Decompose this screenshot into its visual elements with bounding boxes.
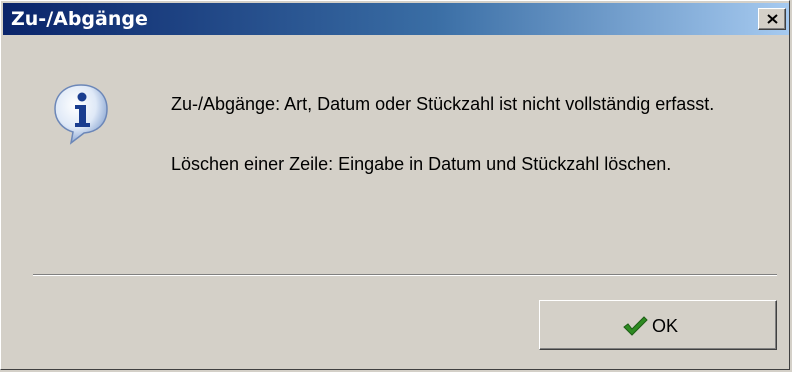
title-bar[interactable]: Zu-/Abgänge [3, 3, 789, 35]
close-button[interactable] [758, 8, 786, 30]
ok-button-label: OK [652, 316, 679, 336]
check-icon [623, 316, 648, 336]
ok-button[interactable]: OK [539, 300, 777, 350]
message-paragraph-2: Löschen einer Zeile: Eingabe in Datum un… [171, 154, 672, 174]
message-paragraph-1: Zu-/Abgänge: Art, Datum oder Stückzahl i… [171, 94, 715, 114]
close-icon [767, 14, 778, 24]
info-icon [54, 84, 108, 145]
message-dialog: Zu-/Abgänge Zu-/Abgänge: Art, Datum oder… [0, 0, 790, 370]
message-text: Zu-/Abgänge: Art, Datum oder Stückzahl i… [171, 89, 771, 179]
separator [33, 274, 777, 276]
window-title: Zu-/Abgänge [11, 8, 148, 30]
